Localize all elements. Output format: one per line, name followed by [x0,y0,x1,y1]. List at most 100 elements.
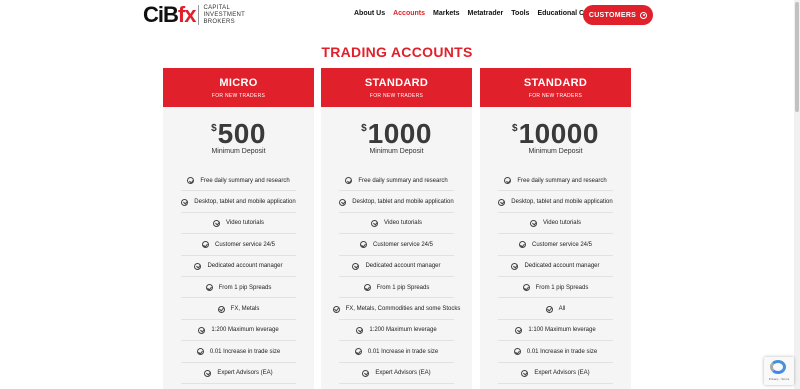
feature-label: 1:200 Maximum leverage [369,327,437,334]
feature-label: Customer service 24/5 [214,241,276,248]
card-price: $500 [163,120,314,148]
feature-item: 25% Margin call [321,384,472,389]
card-header: MICRO FOR NEW TRADERS [163,68,314,107]
feature-item: Free daily summary and research [321,170,472,192]
feature-item: Video tutorials [480,213,631,235]
nav-markets[interactable]: Markets [433,10,459,17]
check-circle-icon [198,326,206,334]
check-circle-icon [339,198,347,206]
page-scrollbar[interactable] [794,0,800,389]
nav-metatrader[interactable]: Metatrader [467,10,503,17]
card-subtitle: FOR NEW TRADERS [211,93,266,99]
feature-item: 0.01 Increase in trade size [163,341,314,363]
feature-item: From 1 pip Spreads [321,277,472,299]
feature-item: Customer service 24/5 [480,234,631,256]
feature-list: Free daily summary and research Desktop, … [321,170,472,389]
deposit-amount: 1000 [367,118,432,149]
feature-label: Dedicated account manager [365,263,441,270]
nav-accounts[interactable]: Accounts [393,10,425,17]
card-title: STANDARD [364,77,429,89]
feature-item: 0.01 Increase in trade size [480,341,631,363]
feature-item: 1:100 Maximum leverage [480,320,631,342]
check-circle-icon [196,348,204,356]
feature-label: Expert Advisors (EA) [217,370,273,377]
feature-item: Video tutorials [321,213,472,235]
check-circle-icon [217,305,225,313]
card-subtitle: FOR NEW TRADERS [369,93,424,99]
nav-tools[interactable]: Tools [511,10,529,17]
feature-item: From 1 pip Spreads [163,277,314,299]
check-circle-icon [522,284,530,292]
feature-label: 0.01 Increase in trade size [526,348,598,355]
card-header: STANDARD FOR NEW TRADERS [321,68,472,107]
feature-label: 0.01 Increase in trade size [209,348,281,355]
main-nav: About Us Accounts Markets Metatrader Too… [354,10,609,17]
check-circle-icon [354,348,362,356]
logo-mark: CiBfx [143,2,196,27]
feature-item: 1:200 Maximum leverage [321,320,472,342]
check-circle-icon [513,348,521,356]
feature-item: All [480,298,631,321]
feature-label: All [558,306,566,313]
feature-list: Free daily summary and research Desktop, … [163,170,314,389]
check-circle-icon [356,326,364,334]
feature-item: Dedicated account manager [163,256,314,278]
feature-item: From 1 pip Spreads [480,277,631,299]
feature-label: Free daily summary and research [358,177,448,184]
feature-item: Expert Advisors (EA) [163,363,314,385]
feature-label: Desktop, tablet and mobile application [511,199,613,206]
feature-label: Customer service 24/5 [372,241,434,248]
feature-item: Expert Advisors (EA) [480,363,631,385]
currency-symbol: $ [512,123,518,134]
check-circle-icon [194,262,202,270]
customers-button[interactable]: CUSTOMERS [583,5,653,25]
feature-item: Video tutorials [163,213,314,235]
nav-about-us[interactable]: About Us [354,10,385,17]
feature-item: 0.01 Increase in trade size [321,341,472,363]
feature-item: Dedicated account manager [480,256,631,278]
section-title: TRADING ACCOUNTS [321,44,473,60]
feature-item: Free daily summary and research [163,170,314,192]
feature-label: FX, Metals, Commodities and some Stocks [345,306,461,313]
site-header: CiBfx CAPITAL INVESTMENT BROKERS About U… [0,0,794,30]
feature-item: FX, Metals [163,298,314,321]
check-circle-icon [359,241,367,249]
feature-label: From 1 pip Spreads [376,284,430,291]
card-title: MICRO [219,77,258,89]
feature-label: Dedicated account manager [524,263,600,270]
check-circle-icon [201,241,209,249]
check-circle-icon [363,284,371,292]
check-circle-icon [504,177,512,185]
check-circle-icon [332,305,340,313]
scrollbar-thumb[interactable] [795,2,799,112]
feature-label: Expert Advisors (EA) [375,370,431,377]
card-price: $10000 [480,120,631,148]
check-circle-icon [362,369,370,377]
check-circle-icon [187,177,195,185]
card-subtitle: FOR NEW TRADERS [528,93,583,99]
feature-label: Desktop, tablet and mobile application [352,199,454,206]
cibfx-logo[interactable]: CiBfx CAPITAL INVESTMENT BROKERS [143,4,245,26]
recaptcha-badge[interactable]: Privacy - Terms [764,357,794,385]
feature-label: Expert Advisors (EA) [534,370,590,377]
feature-label: Video tutorials [384,220,422,227]
check-circle-icon [213,219,221,227]
currency-symbol: $ [361,123,367,134]
feature-item: Free daily summary and research [480,170,631,192]
minimum-deposit-label: Minimum Deposit [528,148,583,155]
card-header: STANDARD FOR NEW TRADERS [480,68,631,107]
card-title: STANDARD [523,77,588,89]
feature-label: 0.01 Increase in trade size [367,348,439,355]
card-price: $1000 [321,120,472,148]
deposit-amount: 500 [217,118,266,149]
feature-item: Customer service 24/5 [321,234,472,256]
feature-label: From 1 pip Spreads [218,284,272,291]
recaptcha-text: Privacy - Terms [768,377,790,381]
check-circle-icon [205,284,213,292]
check-circle-icon [345,177,353,185]
check-circle-icon [518,241,526,249]
check-circle-icon [371,219,379,227]
user-circle-icon [640,11,648,19]
customers-button-label: CUSTOMERS [588,11,637,19]
feature-label: 1:200 Maximum leverage [211,327,279,334]
